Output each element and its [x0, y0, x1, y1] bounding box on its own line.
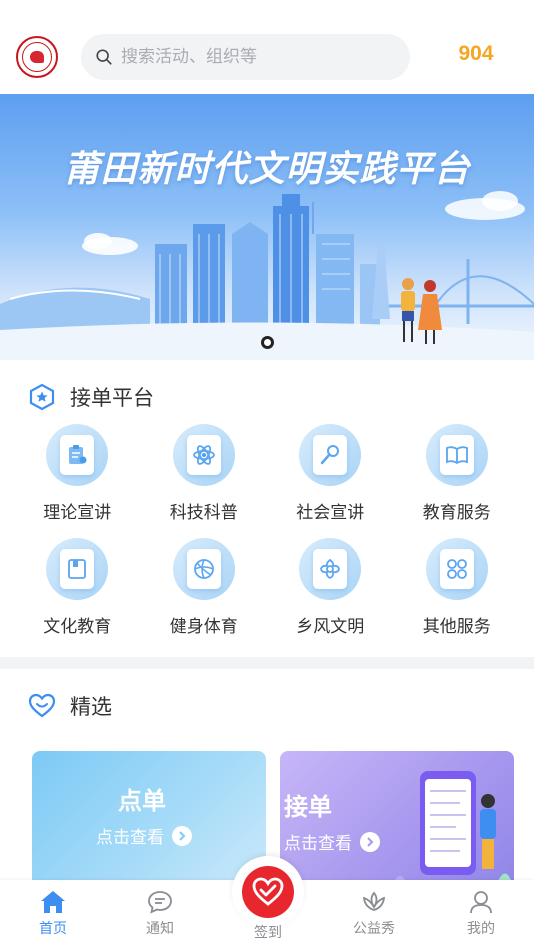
tab-label: 我的 [467, 921, 495, 937]
order-request-card[interactable]: 点单 点击查看 [32, 751, 266, 891]
four-petal-icon [446, 559, 467, 579]
section-title: 接单平台 [70, 386, 154, 410]
featured-section: 精选 点单 点击查看 接单 点击查看 [0, 669, 534, 891]
service-item-education[interactable]: 教育服务 [394, 424, 521, 524]
tab-label: 通知 [146, 921, 174, 937]
atom-icon [192, 445, 215, 465]
home-icon [41, 891, 65, 913]
card-subtitle: 点击查看 [96, 823, 192, 848]
service-item-fitness[interactable]: 健身体育 [141, 538, 268, 638]
service-item-social[interactable]: 社会宣讲 [267, 424, 394, 524]
search-bar[interactable] [81, 34, 410, 80]
service-item-other[interactable]: 其他服务 [394, 538, 521, 638]
hexagon-star-icon [29, 383, 55, 411]
service-label: 其他服务 [422, 617, 491, 637]
card-subtitle-text: 点击查看 [96, 828, 164, 848]
service-item-rural[interactable]: 乡风文明 [267, 538, 394, 638]
hero-banner[interactable]: 莆田新时代文明实践平台 [0, 94, 534, 360]
top-header: 904 [0, 0, 534, 94]
section-header: 接单平台 [28, 382, 154, 412]
card-subtitle: 点击查看 [284, 829, 380, 854]
signin-button[interactable] [232, 856, 304, 928]
logo-emblem-icon [22, 42, 52, 72]
book-icon [445, 446, 468, 465]
service-label: 社会宣讲 [296, 503, 365, 523]
ball-icon [193, 559, 214, 579]
heart-hand-icon [252, 877, 284, 906]
arrow-right-icon [172, 825, 192, 846]
order-platform-section: 接单平台 理论宣讲 科技科普 社会宣讲 教育服务 文化教育 健身体育 乡风文明 … [0, 360, 534, 657]
city-skyline-illustration [0, 191, 534, 360]
app-page: 904 [0, 0, 534, 950]
notebook-icon [68, 559, 87, 579]
service-label: 文化教育 [43, 617, 112, 637]
tab-notifications[interactable]: 通知 [120, 880, 200, 950]
service-item-science[interactable]: 科技科普 [141, 424, 268, 524]
service-label: 理论宣讲 [43, 503, 112, 523]
card-title: 点单 [118, 787, 166, 815]
lotus-icon [362, 891, 386, 911]
banner-title: 莆田新时代文明实践平台 [63, 149, 471, 190]
tab-label: 签到 [254, 925, 282, 941]
phone-illustration [390, 771, 514, 891]
count-value[interactable]: 904 [446, 42, 506, 66]
service-item-culture[interactable]: 文化教育 [14, 538, 141, 638]
service-label: 健身体育 [169, 617, 238, 637]
card-title: 接单 [284, 793, 332, 821]
section-title: 精选 [70, 695, 112, 719]
logo[interactable] [16, 36, 58, 78]
service-item-theory[interactable]: 理论宣讲 [14, 424, 141, 524]
arrow-right-icon [360, 831, 380, 852]
service-grid: 理论宣讲 科技科普 社会宣讲 教育服务 文化教育 健身体育 乡风文明 其他服务 [14, 424, 520, 638]
tab-label: 公益秀 [353, 921, 395, 937]
tab-home[interactable]: 首页 [13, 880, 93, 950]
tab-label: 首页 [39, 921, 67, 937]
card-subtitle-text: 点击查看 [284, 834, 352, 854]
flower-icon [320, 558, 341, 580]
clipboard-icon [69, 445, 87, 464]
carousel-indicator-dot[interactable] [261, 336, 274, 349]
search-input[interactable] [121, 47, 381, 67]
service-label: 乡风文明 [296, 617, 365, 637]
tab-profile[interactable]: 我的 [441, 880, 521, 950]
order-accept-card[interactable]: 接单 点击查看 [280, 751, 514, 891]
section-divider [0, 657, 534, 669]
service-label: 教育服务 [422, 503, 491, 523]
search-icon [96, 49, 112, 65]
service-label: 科技科普 [169, 503, 238, 523]
section-header: 精选 [28, 691, 112, 721]
tab-charity-show[interactable]: 公益秀 [334, 880, 414, 950]
user-icon [470, 891, 492, 914]
microphone-icon [321, 445, 340, 465]
message-icon [148, 891, 172, 914]
heart-icon [28, 693, 56, 718]
